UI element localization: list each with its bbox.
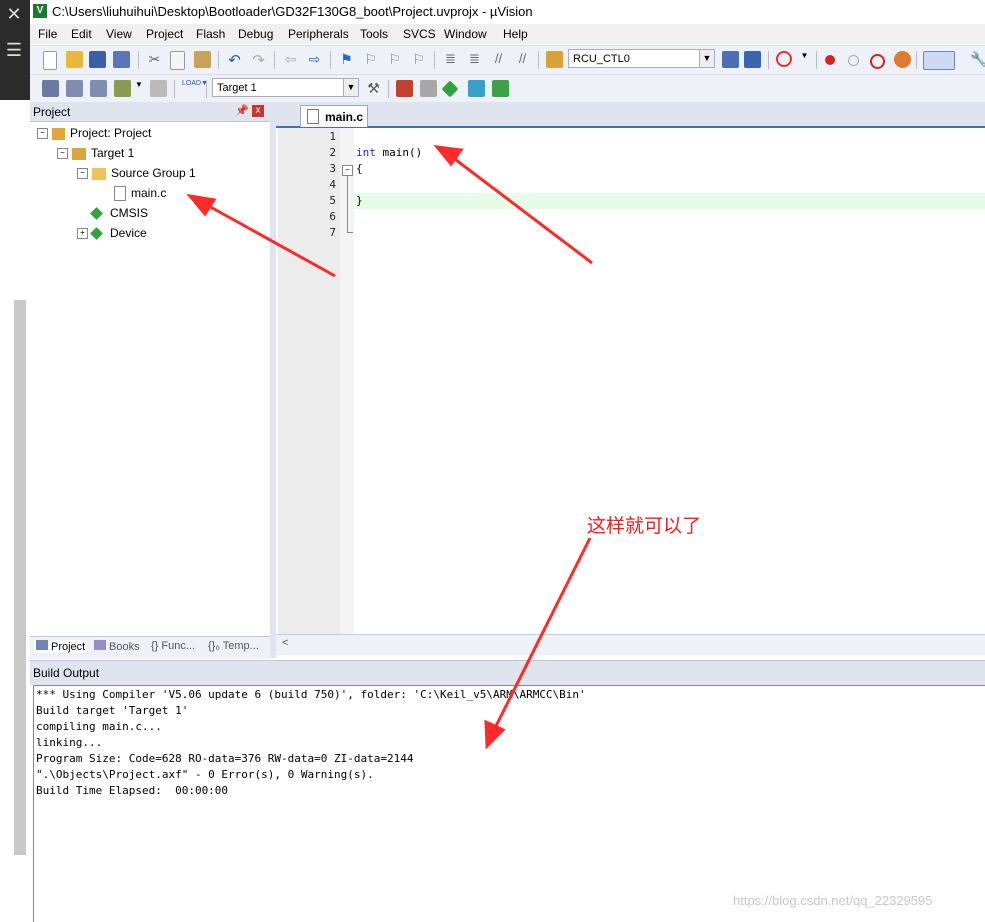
annotation-arrows <box>186 145 593 750</box>
arrow-head <box>186 193 217 217</box>
arrow-to-build-output <box>493 537 592 729</box>
arrow-to-main-function <box>451 155 593 265</box>
arrow-to-main-c <box>204 202 336 278</box>
arrow-head <box>484 719 506 750</box>
